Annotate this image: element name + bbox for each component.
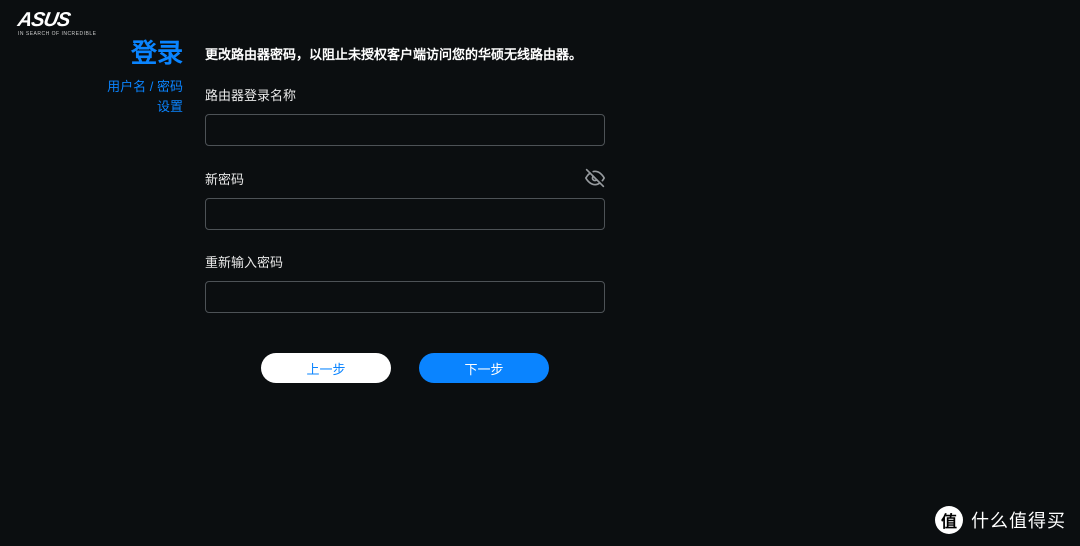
retype-password-label: 重新输入密码 [205, 252, 283, 271]
retype-password-group: 重新输入密码 [205, 252, 605, 313]
login-name-input[interactable] [205, 114, 605, 146]
next-button[interactable]: 下一步 [419, 353, 549, 383]
watermark-badge: 值 [935, 506, 963, 534]
page-subtitle: 用户名 / 密码 设置 [100, 77, 183, 116]
instruction-text: 更改路由器密码，以阻止未授权客户端访问您的华硕无线路由器。 [205, 44, 605, 63]
brand-tagline: IN SEARCH OF INCREDIBLE [18, 31, 96, 37]
login-name-label: 路由器登录名称 [205, 85, 296, 104]
subtitle-line1: 用户名 / 密码 [107, 79, 183, 94]
new-password-label: 新密码 [205, 169, 244, 188]
subtitle-line2: 设置 [157, 99, 183, 114]
prev-button[interactable]: 上一步 [261, 353, 391, 383]
main-form: 更改路由器密码，以阻止未授权客户端访问您的华硕无线路由器。 路由器登录名称 新密… [195, 38, 605, 383]
watermark-text: 什么值得买 [971, 507, 1066, 533]
page-title: 登录 [100, 38, 183, 69]
brand-name: ASUS [16, 10, 98, 30]
new-password-input[interactable] [205, 198, 605, 230]
new-password-group: 新密码 [205, 168, 605, 230]
button-row: 上一步 下一步 [205, 353, 605, 383]
brand-logo: ASUS IN SEARCH OF INCREDIBLE [18, 10, 96, 37]
eye-off-icon[interactable] [585, 168, 605, 188]
login-name-group: 路由器登录名称 [205, 85, 605, 146]
page-container: 登录 用户名 / 密码 设置 更改路由器密码，以阻止未授权客户端访问您的华硕无线… [0, 0, 1080, 383]
retype-password-input[interactable] [205, 281, 605, 313]
watermark: 值 什么值得买 [935, 506, 1066, 534]
sidebar: 登录 用户名 / 密码 设置 [100, 38, 195, 383]
